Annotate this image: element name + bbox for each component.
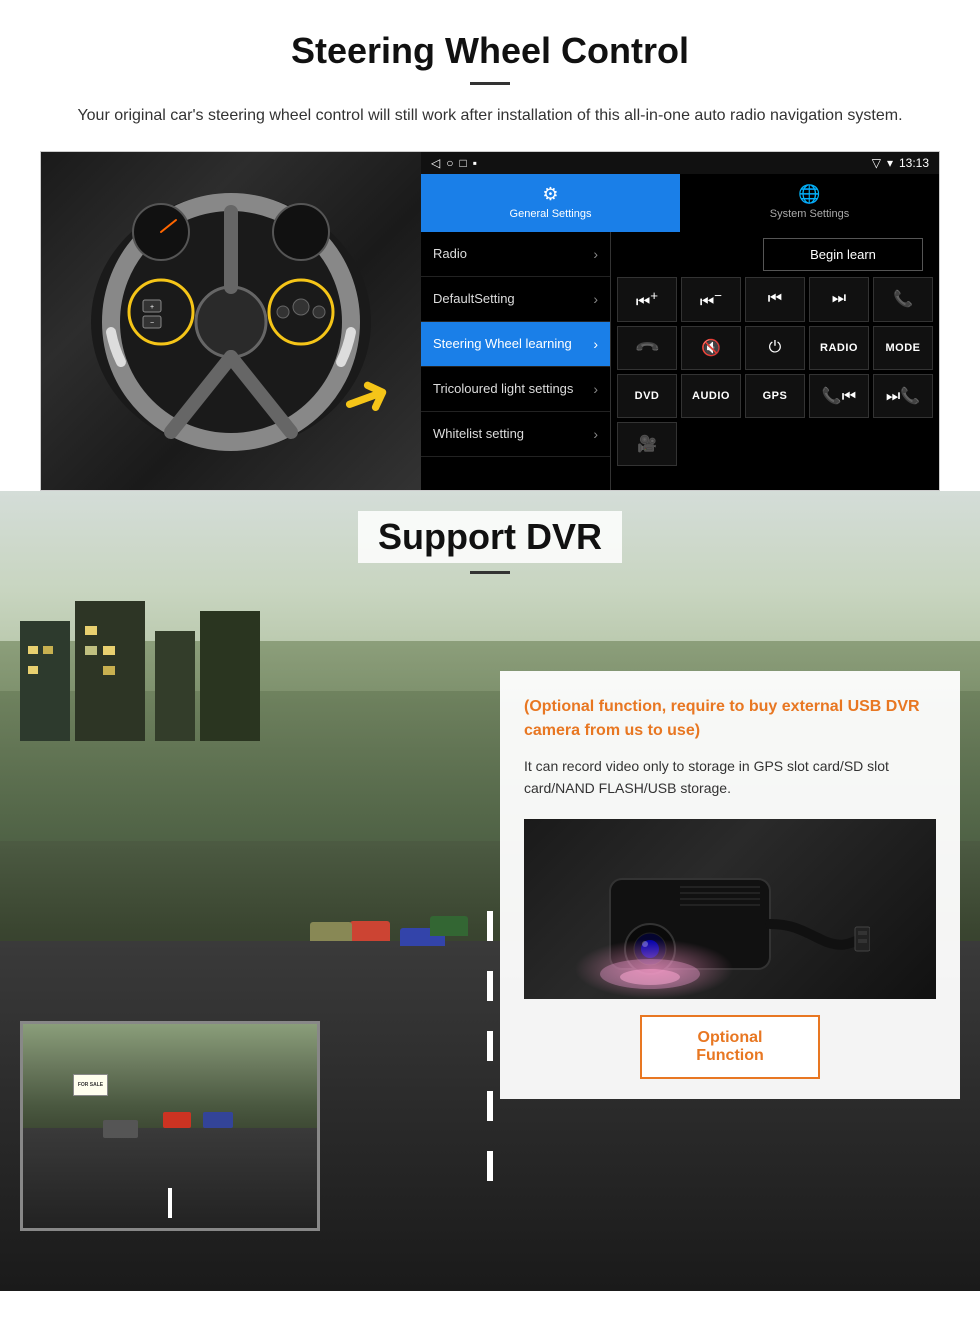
- status-time: 13:13: [899, 156, 929, 170]
- globe-icon: 🌐: [685, 184, 934, 205]
- status-back-icon: ◁: [431, 156, 440, 170]
- chevron-right-icon: ›: [593, 426, 598, 442]
- svg-text:+: +: [150, 304, 154, 311]
- title-divider: [470, 82, 510, 85]
- begin-learn-row: Begin learn: [617, 238, 933, 271]
- dvr-header: Support DVR: [0, 491, 980, 584]
- ctrl-btn-gps[interactable]: GPS: [745, 374, 805, 418]
- building-3: [155, 631, 195, 741]
- ctrl-btn-mode[interactable]: MODE: [873, 326, 933, 370]
- control-buttons-grid: ⏮+ ⏮− ⏮ ⏭ 📞: [617, 277, 933, 466]
- menu-item-whitelist[interactable]: Whitelist setting ›: [421, 412, 610, 457]
- settings-menu: Radio › DefaultSetting › Steering Wheel …: [421, 232, 611, 490]
- mute-icon: 🔇: [701, 338, 721, 358]
- android-settings-panel: ◁ ○ □ ▪ ▽ ▾ 13:13 ⚙ General Settings 🌐 S…: [421, 152, 939, 490]
- car-4: [310, 922, 352, 941]
- tab-system-label: System Settings: [770, 208, 849, 220]
- status-home-icon: ○: [446, 156, 453, 170]
- android-tabs: ⚙ General Settings 🌐 System Settings: [421, 174, 939, 232]
- menu-item-steering-wheel[interactable]: Steering Wheel learning ›: [421, 322, 610, 367]
- ctrl-btn-radio[interactable]: RADIO: [809, 326, 869, 370]
- tab-general-label: General Settings: [510, 208, 592, 220]
- ctrl-btn-next[interactable]: ⏭: [809, 277, 869, 322]
- dvr-camera-svg: [590, 829, 870, 989]
- tab-system-settings[interactable]: 🌐 System Settings: [680, 174, 939, 232]
- status-bar: ◁ ○ □ ▪ ▽ ▾ 13:13: [421, 152, 939, 174]
- svg-text:−: −: [150, 320, 154, 327]
- ctrl-btn-call-prev[interactable]: 📞⏮: [809, 374, 869, 418]
- menu-item-radio[interactable]: Radio ›: [421, 232, 610, 277]
- ctrl-btn-dvr[interactable]: 🎥: [617, 422, 677, 466]
- ctrl-btn-vol-down[interactable]: ⏮−: [681, 277, 741, 322]
- skip-back-minus-icon: ⏮−: [700, 288, 722, 311]
- steering-wheel-section: Steering Wheel Control Your original car…: [0, 0, 980, 491]
- phone-icon: 📞: [893, 289, 913, 309]
- hang-up-icon: 📞: [633, 334, 661, 362]
- steering-wheel-image: + −: [81, 182, 381, 462]
- ctrl-btn-hang-up[interactable]: 📞: [617, 326, 677, 370]
- call-prev-icon: 📞⏮: [822, 386, 856, 406]
- ctrl-btn-audio[interactable]: AUDIO: [681, 374, 741, 418]
- menu-steering-label: Steering Wheel learning: [433, 336, 572, 351]
- skip-back-plus-icon: ⏮+: [636, 288, 658, 311]
- status-signal-icon: ▽: [872, 156, 881, 170]
- ctrl-btn-power[interactable]: ⏻: [745, 326, 805, 370]
- power-icon: ⏻: [769, 339, 782, 357]
- ctrl-btn-prev[interactable]: ⏮: [745, 277, 805, 322]
- control-panel: Begin learn ⏮+ ⏮− ⏮: [611, 232, 939, 490]
- dvr-divider: [470, 571, 510, 574]
- dvr-optional-text: (Optional function, require to buy exter…: [524, 695, 936, 743]
- menu-radio-label: Radio: [433, 246, 467, 261]
- building-4: [200, 611, 260, 741]
- chevron-right-icon: ›: [593, 291, 598, 307]
- android-ui-screenshot: + − ➜ ◁ ○ □ ▪: [40, 151, 940, 491]
- status-camera-icon: ▪: [473, 156, 477, 170]
- menu-item-tricoloured[interactable]: Tricoloured light settings ›: [421, 367, 610, 412]
- menu-tricoloured-label: Tricoloured light settings: [433, 381, 573, 396]
- dvd-label: DVD: [635, 390, 660, 402]
- call-next-icon: ⏭📞: [886, 386, 920, 406]
- dvr-description-text: It can record video only to storage in G…: [524, 755, 936, 800]
- gps-label: GPS: [763, 390, 788, 402]
- menu-default-label: DefaultSetting: [433, 291, 515, 306]
- ctrl-btn-vol-up[interactable]: ⏮+: [617, 277, 677, 322]
- tab-general-settings[interactable]: ⚙ General Settings: [421, 174, 680, 232]
- steering-photo: + − ➜: [41, 152, 421, 491]
- dash-inner: FOR SALE: [23, 1024, 317, 1228]
- dvr-icon: 🎥: [637, 434, 657, 454]
- menu-item-default-setting[interactable]: DefaultSetting ›: [421, 277, 610, 322]
- radio-label: RADIO: [820, 342, 858, 354]
- chevron-right-icon: ›: [593, 381, 598, 397]
- menu-whitelist-label: Whitelist setting: [433, 426, 524, 441]
- status-square-icon: □: [459, 156, 466, 170]
- car-3: [430, 916, 468, 936]
- dvr-title: Support DVR: [358, 511, 622, 563]
- ctrl-btn-call-next[interactable]: ⏭📞: [873, 374, 933, 418]
- status-wifi-icon: ▾: [887, 156, 893, 170]
- ctrl-btn-call[interactable]: 📞: [873, 277, 933, 322]
- ctrl-btn-dvd[interactable]: DVD: [617, 374, 677, 418]
- dvr-section: FOR SALE Support DVR (Optional function,…: [0, 491, 980, 1291]
- optional-function-button[interactable]: Optional Function: [640, 1015, 820, 1079]
- dvr-info-card: (Optional function, require to buy exter…: [500, 671, 960, 1100]
- settings-content: Radio › DefaultSetting › Steering Wheel …: [421, 232, 939, 490]
- chevron-right-icon: ›: [593, 246, 598, 262]
- prev-track-icon: ⏮: [768, 290, 782, 308]
- gear-icon: ⚙: [426, 184, 675, 205]
- dashboard-photo-thumbnail: FOR SALE: [20, 1021, 320, 1231]
- begin-learn-button[interactable]: Begin learn: [763, 238, 923, 271]
- road-center-line: [487, 911, 493, 1211]
- mode-label: MODE: [886, 342, 921, 354]
- building-1: [20, 621, 70, 741]
- page-title: Steering Wheel Control: [40, 30, 940, 72]
- next-track-icon: ⏭: [832, 290, 846, 308]
- ctrl-btn-mute[interactable]: 🔇: [681, 326, 741, 370]
- audio-label: AUDIO: [692, 390, 730, 402]
- car-1: [350, 921, 390, 941]
- chevron-right-icon: ›: [593, 336, 598, 352]
- subtitle-text: Your original car's steering wheel contr…: [60, 103, 920, 129]
- dvr-camera-image: [524, 819, 936, 999]
